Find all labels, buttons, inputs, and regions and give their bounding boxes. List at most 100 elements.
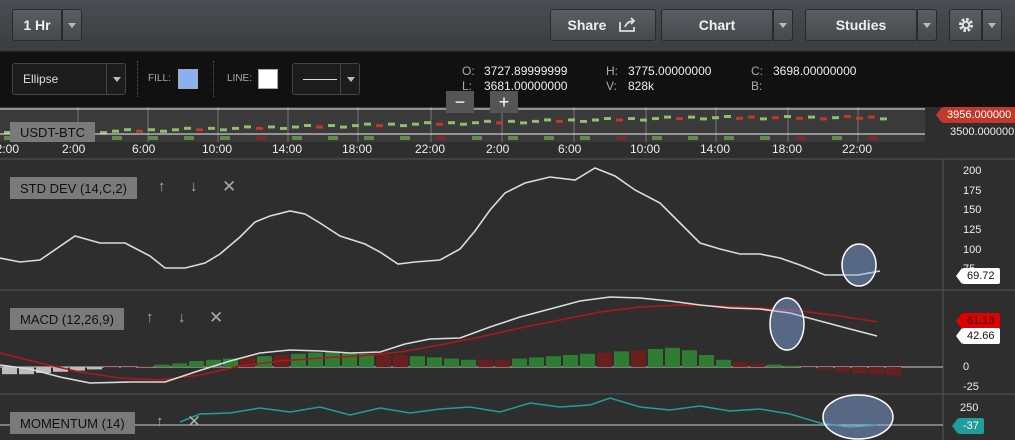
candle bbox=[388, 122, 395, 126]
volume-bar bbox=[868, 136, 878, 140]
close-icon[interactable]: ✕ bbox=[209, 308, 223, 328]
momentum-line bbox=[179, 397, 878, 428]
histogram-bar bbox=[87, 367, 102, 370]
histogram-bar bbox=[478, 359, 493, 367]
std-dev-label: STD DEV (14,C,2) bbox=[10, 177, 137, 199]
close-icon[interactable]: ✕ bbox=[187, 412, 201, 432]
volume-bar bbox=[256, 136, 266, 140]
candle bbox=[196, 128, 203, 132]
studies-menu-button[interactable]: Studies bbox=[805, 9, 917, 41]
candle bbox=[424, 121, 431, 125]
move-up-icon[interactable]: ↑ bbox=[156, 413, 164, 430]
ohlc-bid: B: bbox=[751, 79, 763, 93]
candle bbox=[616, 118, 623, 122]
histogram-bar bbox=[682, 350, 697, 367]
ellipse-annotation[interactable] bbox=[841, 243, 877, 287]
candle bbox=[808, 115, 815, 119]
histogram-bar bbox=[325, 351, 340, 367]
chart-area[interactable]: USDT-BTC − + 3956.000000 3500.000000 22:… bbox=[0, 91, 1015, 440]
interval-dropdown-caret[interactable] bbox=[62, 9, 82, 41]
drawing-tool-caret[interactable] bbox=[106, 63, 126, 95]
time-label: 18:00 bbox=[772, 142, 803, 156]
candle bbox=[448, 121, 455, 125]
line-color-swatch[interactable] bbox=[258, 69, 278, 89]
momentum-current-tag: -37 bbox=[952, 418, 984, 434]
fill-color-swatch[interactable] bbox=[178, 69, 198, 89]
candle bbox=[748, 115, 755, 119]
candle bbox=[868, 115, 875, 119]
volume-bar bbox=[580, 136, 590, 140]
drawing-tool-label: Ellipse bbox=[23, 72, 59, 86]
histogram-bar bbox=[444, 358, 459, 367]
zoom-out-button[interactable]: − bbox=[446, 91, 474, 113]
move-up-icon[interactable]: ↑ bbox=[158, 178, 166, 195]
studies-dropdown-caret[interactable] bbox=[917, 9, 937, 41]
std-dev-tick: 125 bbox=[963, 224, 982, 236]
histogram-bar bbox=[716, 359, 731, 367]
move-down-icon[interactable]: ↓ bbox=[178, 309, 186, 326]
candle bbox=[400, 124, 407, 128]
candle bbox=[508, 119, 515, 123]
settings-button[interactable] bbox=[949, 9, 982, 41]
line-label: LINE: bbox=[227, 73, 253, 84]
macd-tick: 0 bbox=[963, 361, 970, 373]
histogram-bar bbox=[767, 364, 782, 367]
candle bbox=[244, 125, 251, 129]
histogram-bar bbox=[529, 357, 544, 367]
chart-dropdown-caret[interactable] bbox=[773, 9, 793, 41]
candle bbox=[580, 119, 587, 123]
move-down-icon[interactable]: ↓ bbox=[190, 178, 198, 195]
chart-label: Chart bbox=[698, 17, 736, 33]
volume-bar bbox=[436, 136, 446, 140]
volume-bar bbox=[328, 136, 338, 140]
volume-bar bbox=[832, 136, 842, 140]
histogram-bar bbox=[784, 365, 799, 367]
std-dev-tick: 200 bbox=[963, 165, 982, 177]
close-icon[interactable]: ✕ bbox=[222, 177, 236, 197]
volume-bar bbox=[688, 136, 698, 140]
candle bbox=[640, 118, 647, 122]
fill-label: FILL: bbox=[148, 73, 171, 84]
settings-dropdown-caret[interactable] bbox=[982, 9, 1002, 41]
candle bbox=[292, 125, 299, 129]
time-label: 18:00 bbox=[342, 142, 373, 156]
std-dev-tick: 100 bbox=[963, 244, 982, 256]
histogram-bar bbox=[886, 367, 901, 376]
ohlc-high: H: 3775.00000000 bbox=[606, 64, 712, 78]
histogram-bar bbox=[427, 357, 442, 367]
histogram-bar bbox=[155, 364, 170, 367]
candle bbox=[436, 122, 443, 126]
candle bbox=[688, 115, 695, 119]
ellipse-annotation[interactable] bbox=[769, 297, 805, 351]
ohlc-open: O: 3727.89999999 bbox=[462, 64, 568, 78]
candle bbox=[472, 121, 479, 125]
time-label: 22:00 bbox=[415, 142, 446, 156]
candle bbox=[844, 115, 851, 118]
symbol-label: USDT-BTC bbox=[10, 122, 95, 142]
histogram-bar bbox=[495, 359, 510, 367]
macd-tick: -25 bbox=[963, 381, 979, 393]
chart-menu-button[interactable]: Chart bbox=[661, 9, 773, 41]
time-label: 2:00 bbox=[486, 142, 510, 156]
histogram-bar bbox=[631, 350, 646, 367]
zoom-in-button[interactable]: + bbox=[490, 91, 518, 113]
ohlc-close: C: 3698.00000000 bbox=[751, 64, 857, 78]
interval-select[interactable]: 1 Hr bbox=[12, 9, 62, 41]
candle bbox=[532, 119, 539, 123]
line-style-preview bbox=[303, 78, 337, 80]
move-up-icon[interactable]: ↑ bbox=[146, 309, 154, 326]
candle bbox=[220, 128, 227, 132]
volume-bar bbox=[148, 136, 158, 140]
histogram-bar bbox=[189, 361, 204, 367]
share-button[interactable]: Share bbox=[550, 9, 656, 41]
time-label: 22:00 bbox=[842, 142, 873, 156]
line-style-caret[interactable] bbox=[340, 63, 360, 95]
histogram-bar bbox=[104, 367, 119, 369]
volume-bar bbox=[364, 136, 374, 140]
candle bbox=[124, 128, 131, 132]
candle bbox=[316, 125, 323, 129]
candle bbox=[328, 124, 335, 128]
candle bbox=[160, 129, 167, 133]
ellipse-annotation[interactable] bbox=[822, 394, 894, 440]
chart-canvas[interactable] bbox=[0, 107, 1015, 440]
